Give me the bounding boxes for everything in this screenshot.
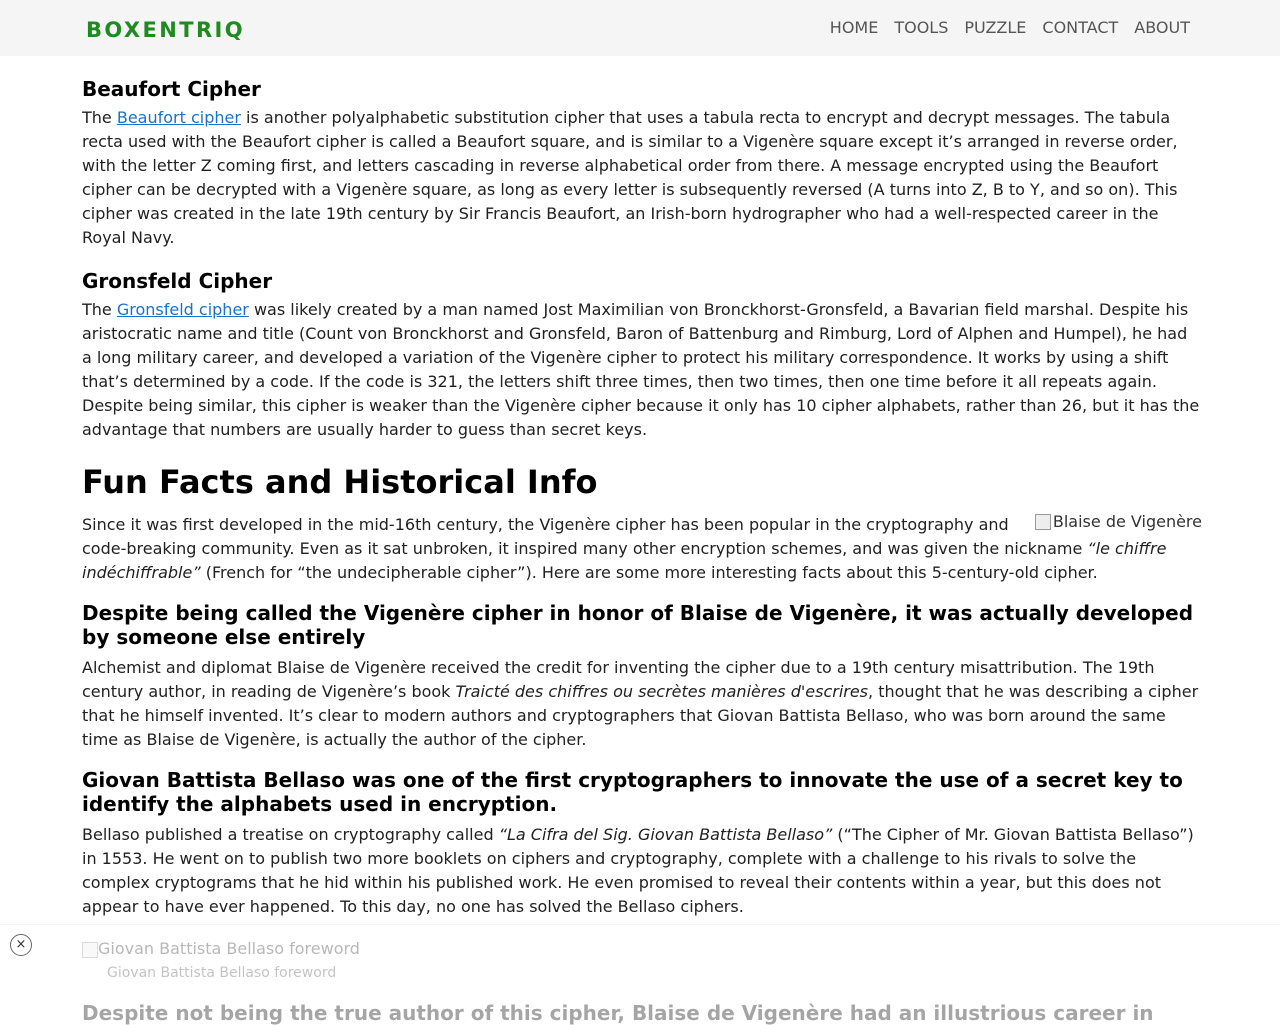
nav-puzzle[interactable]: PUZZLE — [964, 17, 1026, 39]
gronsfeld-text: was likely created by a man named Jost M… — [82, 300, 1200, 439]
fact2-text-1: Bellaso published a treatise on cryptogr… — [82, 825, 499, 844]
beaufort-text: is another polyalphabetic substitution c… — [82, 108, 1178, 247]
beaufort-cipher-link[interactable]: Beaufort cipher — [117, 108, 241, 127]
gronsfeld-heading: Gronsfeld Cipher — [82, 269, 273, 293]
site-logo[interactable]: BOXENTRIQ — [86, 16, 245, 44]
broken-image-icon — [82, 941, 98, 958]
bellaso-image-alt: Giovan Battista Bellaso foreword — [98, 939, 360, 958]
fact1-paragraph: Alchemist and diplomat Blaise de Vigenèr… — [82, 656, 1202, 752]
nav-about[interactable]: ABOUT — [1134, 17, 1190, 39]
beaufort-pre: The — [82, 108, 117, 127]
article-content: Beaufort Cipher The Beaufort cipher is a… — [82, 74, 1202, 919]
gronsfeld-cipher-link[interactable]: Gronsfeld cipher — [117, 300, 249, 319]
fact2-treatise-title: “La Cifra del Sig. Giovan Battista Bella… — [498, 825, 833, 844]
beaufort-paragraph: The Beaufort cipher is another polyalpha… — [82, 106, 1202, 250]
nav-tools[interactable]: TOOLS — [894, 17, 948, 39]
next-section-heading: Despite not being the true author of thi… — [82, 1001, 1154, 1025]
fact2-heading: Giovan Battista Bellaso was one of the f… — [82, 768, 1183, 816]
fact1-book-title: Traicté des chiffres ou secrètes manière… — [455, 682, 869, 701]
blaise-image: Blaise de Vigenère — [1034, 510, 1202, 534]
top-navbar: BOXENTRIQ HOME TOOLS PUZZLE CONTACT ABOU… — [0, 0, 1280, 56]
broken-image-icon — [1034, 514, 1051, 530]
fun-facts-paragraph: Blaise de Vigenère Since it was first dev… — [82, 510, 1202, 585]
nav-contact[interactable]: CONTACT — [1042, 17, 1118, 39]
blaise-image-alt: Blaise de Vigenère — [1052, 512, 1202, 531]
fun-text-1: Since it was first developed in the mid-… — [82, 515, 1088, 558]
fun-facts-heading: Fun Facts and Historical Info — [82, 463, 598, 501]
bellaso-image-caption: Giovan Battista Bellaso foreword — [107, 965, 337, 981]
faded-bottom-region: Giovan Battista Bellaso foreword Giovan … — [0, 924, 1280, 1025]
main-nav: HOME TOOLS PUZZLE CONTACT ABOUT — [830, 17, 1190, 39]
bellaso-image: Giovan Battista Bellaso foreword — [82, 939, 360, 958]
fun-text-2: (French for “the undecipherable cipher”)… — [200, 563, 1098, 582]
gronsfeld-paragraph: The Gronsfeld cipher was likely created … — [82, 298, 1202, 442]
nav-home[interactable]: HOME — [830, 17, 879, 39]
fact1-heading: Despite being called the Vigenère cipher… — [82, 601, 1194, 649]
beaufort-heading: Beaufort Cipher — [82, 77, 261, 101]
close-icon[interactable]: × — [10, 934, 32, 956]
gronsfeld-pre: The — [82, 300, 117, 319]
fact2-paragraph: Bellaso published a treatise on cryptogr… — [82, 823, 1202, 919]
